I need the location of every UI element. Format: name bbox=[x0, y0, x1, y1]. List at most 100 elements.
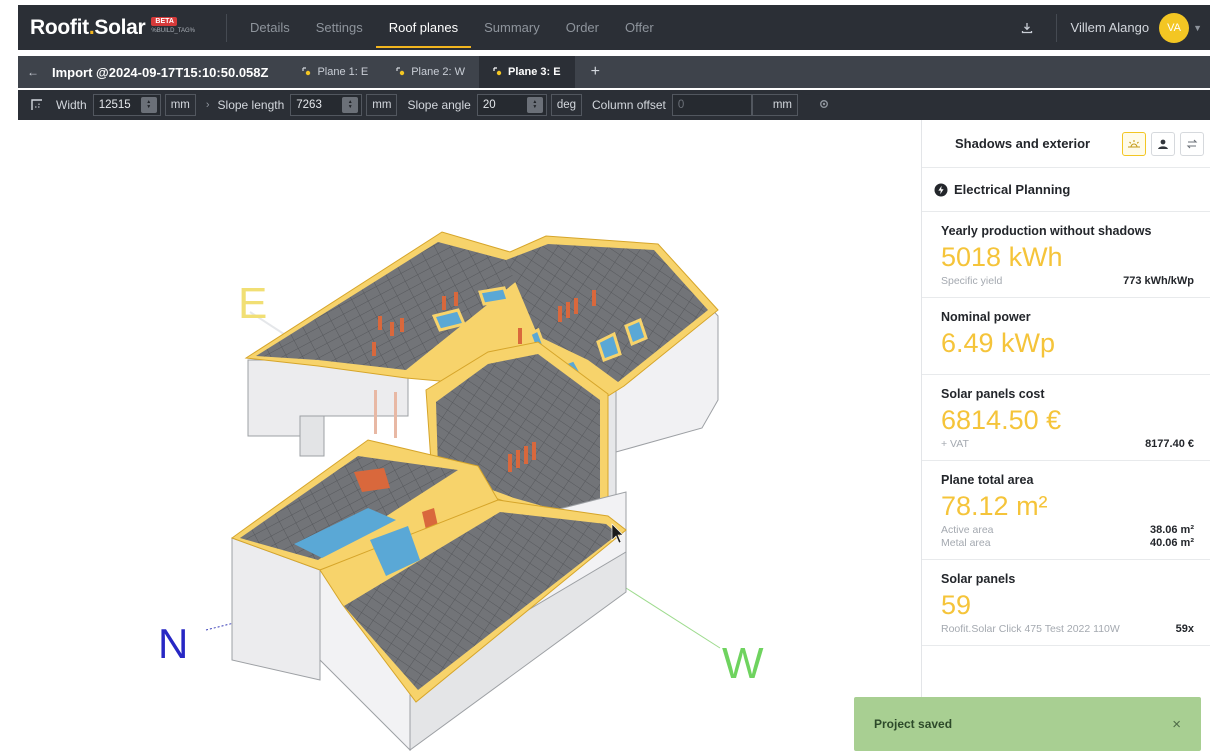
width-label: Width bbox=[56, 98, 87, 112]
pipe bbox=[394, 392, 397, 438]
chimney bbox=[400, 318, 404, 332]
electrical-planning-label: Electrical Planning bbox=[954, 182, 1071, 197]
chimney bbox=[454, 292, 458, 306]
stat-yearly-production: Yearly production without shadows 5018 k… bbox=[922, 212, 1210, 298]
chevron-down-icon[interactable]: ▼ bbox=[1193, 23, 1202, 33]
chimney bbox=[592, 290, 596, 306]
pipe bbox=[374, 390, 377, 434]
chimney bbox=[508, 454, 512, 472]
column-offset-label: Column offset bbox=[592, 98, 666, 112]
stat-solar-panels: Solar panels 59 Roofit.Solar Click 475 T… bbox=[922, 560, 1210, 646]
chimney bbox=[518, 328, 522, 344]
tab-order[interactable]: Order bbox=[553, 5, 612, 50]
roof-plane-icon bbox=[396, 67, 405, 76]
nominal-power-value: 6.49 kWp bbox=[941, 328, 1056, 358]
slope-angle-label: Slope angle bbox=[407, 98, 471, 112]
summary-panel: Shadows and exterior Electrical Planning… bbox=[921, 120, 1210, 751]
chimney bbox=[524, 446, 528, 464]
toast-message: Project saved bbox=[874, 717, 953, 731]
slope-angle-input[interactable]: 20 ▲ ▼ bbox=[476, 94, 547, 116]
chimney bbox=[566, 302, 570, 318]
roof-window bbox=[478, 286, 510, 306]
electrical-planning-row[interactable]: Electrical Planning bbox=[922, 168, 1210, 212]
chimney bbox=[442, 296, 446, 310]
dimension-toolbar: Width 12515 ▲ ▼ mm › Slope length 7263 ▲ ▼… bbox=[18, 90, 1210, 120]
user-divider bbox=[1055, 13, 1057, 42]
add-plane-button[interactable]: + bbox=[575, 63, 616, 81]
active-area-value: 38.06 m² bbox=[1149, 524, 1194, 536]
column-offset-input[interactable]: 0 bbox=[671, 94, 752, 116]
panel-header: Shadows and exterior bbox=[922, 120, 1210, 168]
stat-nominal-power: Nominal power 6.49 kWp bbox=[922, 298, 1210, 375]
chimney bbox=[390, 322, 394, 336]
slope-length-stepper[interactable]: ▲ ▼ bbox=[342, 97, 359, 113]
panels-cost-value: 6814.50 € bbox=[941, 405, 1062, 435]
back-button[interactable]: ← bbox=[18, 56, 48, 88]
plane-area-value: 78.12 m² bbox=[941, 491, 1048, 521]
panel-model-count: 59x bbox=[1175, 623, 1194, 635]
nav-divider bbox=[226, 13, 227, 42]
solar-panels-count: 59 bbox=[941, 590, 972, 620]
settings-button[interactable] bbox=[818, 98, 830, 113]
avatar[interactable]: VA bbox=[1159, 12, 1190, 43]
toast-notification: Project saved × bbox=[854, 697, 1201, 751]
stat-panels-cost: Solar panels cost 6814.50 € + VAT 8177.4… bbox=[922, 375, 1210, 461]
tab-offer[interactable]: Offer bbox=[612, 5, 667, 50]
width-stepper[interactable]: ▲ ▼ bbox=[140, 97, 157, 113]
column-offset-unit: mm bbox=[751, 94, 799, 116]
build-tag: %BUILD_TAG% bbox=[151, 28, 195, 34]
slope-length-unit: mm bbox=[366, 94, 398, 116]
tab-plane-2[interactable]: Plane 2: W bbox=[382, 56, 479, 88]
metal-area-value: 40.06 m² bbox=[1149, 537, 1194, 549]
cost-with-vat-value: 8177.40 € bbox=[1145, 438, 1194, 450]
swap-button[interactable] bbox=[1180, 131, 1204, 156]
user-name[interactable]: Villem Alango bbox=[1071, 20, 1150, 35]
logo[interactable]: Roofit.Solar BETA %BUILD_TAG% bbox=[18, 16, 226, 40]
beta-badge: BETA bbox=[151, 17, 178, 26]
download-icon bbox=[1021, 22, 1032, 33]
app-root: Roofit.Solar BETA %BUILD_TAG% Details Se… bbox=[0, 0, 1210, 751]
compass-w-line bbox=[625, 587, 721, 649]
close-icon[interactable]: × bbox=[1172, 716, 1181, 733]
slope-angle-unit: deg bbox=[550, 94, 583, 116]
plane-corner-icon[interactable] bbox=[18, 99, 56, 111]
roof-3d-viewport[interactable]: E N W bbox=[18, 120, 920, 751]
top-navigation: Roofit.Solar BETA %BUILD_TAG% Details Se… bbox=[18, 5, 1210, 50]
download-button[interactable] bbox=[1012, 5, 1042, 50]
specific-yield-value: 773 kWh/kWp bbox=[1123, 275, 1194, 287]
wall bbox=[299, 415, 325, 457]
swap-arrows-icon bbox=[1186, 139, 1198, 148]
tab-plane-1[interactable]: Plane 1: E bbox=[288, 56, 382, 88]
chimney bbox=[574, 298, 578, 314]
user-location-icon bbox=[1158, 139, 1168, 149]
tab-roof-planes[interactable]: Roof planes bbox=[375, 5, 472, 50]
slope-length-label: Slope length bbox=[217, 98, 285, 112]
width-unit: mm bbox=[164, 94, 196, 116]
chimney bbox=[558, 306, 562, 322]
location-person-button[interactable] bbox=[1151, 131, 1175, 156]
roof-plane-icon bbox=[302, 67, 311, 76]
slope-length-input[interactable]: 7263 ▲ ▼ bbox=[290, 94, 363, 116]
panel-title: Shadows and exterior bbox=[955, 136, 1091, 151]
tab-summary[interactable]: Summary bbox=[471, 5, 553, 50]
chimney bbox=[372, 342, 376, 356]
tab-plane-3[interactable]: Plane 3: E bbox=[479, 56, 575, 88]
slope-angle-stepper[interactable]: ▲ ▼ bbox=[526, 97, 543, 113]
tab-settings[interactable]: Settings bbox=[303, 5, 376, 50]
yearly-production-value: 5018 kWh bbox=[941, 242, 1063, 272]
width-input[interactable]: 12515 ▲ ▼ bbox=[92, 94, 161, 116]
tab-details[interactable]: Details bbox=[237, 5, 303, 50]
compass-e-label: E bbox=[238, 279, 267, 328]
bolt-circle-icon bbox=[934, 183, 948, 196]
roof-plane-icon bbox=[493, 67, 502, 76]
import-title: Import @2024-09-17T15:10:50.058Z bbox=[52, 64, 269, 80]
gear-icon bbox=[820, 99, 829, 108]
chimney bbox=[378, 316, 382, 330]
chimney bbox=[532, 442, 536, 460]
sun-horizon-icon bbox=[1128, 139, 1140, 148]
chevron-right-icon[interactable]: › bbox=[206, 99, 210, 111]
compass-n-label: N bbox=[158, 620, 188, 667]
compass-w-label: W bbox=[722, 639, 764, 688]
sun-shadow-button[interactable] bbox=[1122, 131, 1146, 156]
roof-3d-model[interactable]: E N W bbox=[18, 120, 920, 751]
